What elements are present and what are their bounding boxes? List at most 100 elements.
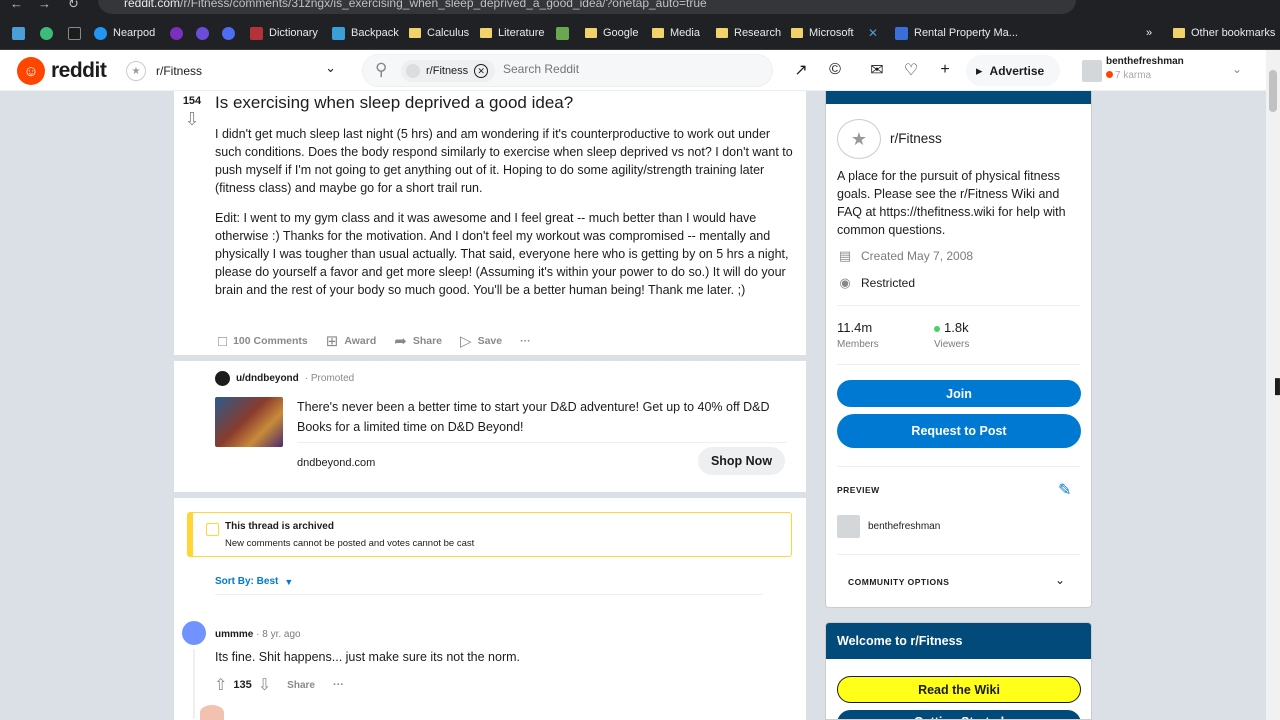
- scrollbar-thumb[interactable]: [1269, 70, 1277, 112]
- sort-dropdown[interactable]: Sort By: Best ▼: [215, 576, 293, 587]
- bookmark-icon-purple[interactable]: [170, 24, 183, 42]
- comment-actions: ⇧ 135 ⇩ Share ···: [214, 675, 344, 695]
- commenter-avatar[interactable]: [182, 621, 206, 645]
- bookmark-icon-q1[interactable]: [196, 24, 209, 42]
- chevron-down-icon[interactable]: ⌄: [1055, 573, 1065, 587]
- save-button[interactable]: ▷ Save: [460, 332, 502, 350]
- archived-title: This thread is archived: [225, 521, 334, 532]
- vote-column: 154 ⇩: [174, 91, 210, 130]
- reddit-header: ☺ reddit ★ r/Fitness ⌄ ⚲ r/Fitness ✕ ↗ ©…: [0, 50, 1280, 91]
- chat-icon[interactable]: ✉: [866, 59, 888, 81]
- browser-toolbar: ← → ↻ reddit.com/r/Fitness/comments/31zn…: [0, 0, 1280, 14]
- community-options-toggle[interactable]: COMMUNITY OPTIONS: [848, 577, 949, 587]
- coins-icon[interactable]: ©: [824, 59, 846, 81]
- search-bar[interactable]: ⚲ r/Fitness ✕: [362, 54, 773, 87]
- archive-box-icon: [206, 523, 219, 536]
- bookmark-nearpod[interactable]: Nearpod: [94, 24, 155, 42]
- members-label: Members: [837, 339, 879, 350]
- bookmark-google[interactable]: Google: [585, 24, 638, 42]
- next-commenter-avatar[interactable]: [200, 705, 224, 720]
- bookmark-media[interactable]: Media: [652, 24, 700, 42]
- viewers-count: 1.8k: [934, 320, 969, 335]
- post-paragraph: I didn't get much sleep last night (5 hr…: [215, 127, 793, 195]
- ad-text[interactable]: There's never been a better time to star…: [297, 397, 787, 437]
- comment-share-button[interactable]: Share: [287, 680, 315, 691]
- welcome-title: Welcome to r/Fitness: [826, 623, 1091, 659]
- avatar: [1082, 60, 1102, 82]
- community-icon[interactable]: ★: [837, 119, 881, 159]
- preview-username: benthefreshman: [868, 521, 941, 532]
- ad-username[interactable]: u/dndbeyond: [236, 373, 299, 384]
- award-gift-icon: ⊞: [325, 333, 339, 350]
- online-dot-icon: [934, 325, 940, 332]
- other-bookmarks[interactable]: Other bookmarks: [1173, 24, 1275, 42]
- advertise-button[interactable]: ▸ Advertise: [966, 55, 1060, 86]
- shop-now-button[interactable]: Shop Now: [698, 447, 785, 475]
- extension-bookmark-icon-2[interactable]: [68, 24, 81, 42]
- bookmark-research[interactable]: Research: [716, 24, 781, 42]
- subreddit-selector[interactable]: ★ r/Fitness ⌄: [122, 56, 342, 86]
- comment-age: · 8 yr. ago: [256, 629, 301, 640]
- post-actions: □ 100 Comments ⊞ Award ➦ Share ▷ Save ···: [218, 331, 531, 351]
- comment-body: Its fine. Shit happens... just make sure…: [215, 650, 521, 664]
- notifications-bell-icon[interactable]: ♡: [900, 59, 922, 81]
- search-chip-label: r/Fitness: [426, 65, 469, 77]
- join-button[interactable]: Join: [837, 380, 1081, 407]
- bookmarks-overflow[interactable]: »: [1146, 24, 1152, 42]
- forward-arrow-icon[interactable]: →: [38, 0, 51, 11]
- edit-pencil-icon[interactable]: ✎: [1058, 480, 1071, 500]
- community-name[interactable]: r/Fitness: [890, 131, 942, 146]
- share-button[interactable]: ➦ Share: [394, 332, 442, 350]
- url-text[interactable]: reddit.com/r/Fitness/comments/31zngx/is_…: [124, 0, 707, 10]
- reddit-wordmark[interactable]: reddit: [51, 59, 107, 83]
- more-options-button[interactable]: ···: [520, 335, 531, 347]
- bookmark-icon: ▷: [460, 333, 472, 350]
- bookmark-backpack[interactable]: Backpack: [332, 24, 399, 42]
- upvote-arrow-icon[interactable]: ⇧: [214, 675, 227, 695]
- popular-arrow-icon[interactable]: ↗: [790, 59, 812, 81]
- thread-line[interactable]: [193, 649, 195, 719]
- search-input[interactable]: [503, 62, 753, 76]
- divider: [837, 305, 1080, 306]
- user-menu[interactable]: benthefreshman 7 karma ⌄: [1080, 54, 1252, 88]
- section-divider: [174, 355, 806, 361]
- getting-started-button[interactable]: Getting Started: [837, 710, 1081, 719]
- back-arrow-icon[interactable]: ←: [10, 0, 23, 11]
- bookmark-icon-q2[interactable]: [222, 24, 235, 42]
- downvote-arrow-icon[interactable]: ⇩: [174, 109, 210, 130]
- chevron-down-icon: ⌄: [325, 60, 336, 75]
- reload-icon[interactable]: ↻: [68, 0, 79, 12]
- ad-avatar[interactable]: [215, 371, 230, 386]
- extension-bookmark-icon[interactable]: [40, 24, 53, 42]
- sort-label: Sort By: Best: [215, 576, 279, 587]
- comment-username[interactable]: ummme: [215, 629, 253, 640]
- ad-domain[interactable]: dndbeyond.com: [297, 457, 375, 469]
- bookmark-literature[interactable]: Literature: [480, 24, 544, 42]
- promoted-label: · Promoted: [304, 373, 355, 384]
- bookmark-rental-property[interactable]: Rental Property Ma...: [895, 24, 1018, 42]
- divider: [837, 554, 1080, 555]
- bookmark-x-icon[interactable]: ✕: [868, 24, 878, 42]
- bookmark-calculus[interactable]: Calculus: [409, 24, 469, 42]
- downvote-arrow-icon[interactable]: ⇩: [258, 675, 271, 695]
- clear-chip-icon[interactable]: ✕: [474, 64, 489, 78]
- divider: [837, 364, 1080, 365]
- subreddit-chip-icon: [406, 64, 420, 78]
- bookmark-image-icon[interactable]: [556, 24, 569, 42]
- created-date: ▤ Created May 7, 2008: [838, 248, 974, 263]
- request-to-post-button[interactable]: Request to Post: [837, 414, 1081, 448]
- cursor-bookmark-icon[interactable]: [12, 24, 25, 42]
- read-wiki-button[interactable]: Read the Wiki: [837, 676, 1081, 703]
- bookmark-dictionary[interactable]: Dictionary: [250, 24, 318, 42]
- reddit-logo-icon[interactable]: ☺: [17, 57, 45, 85]
- create-post-plus-icon[interactable]: +: [934, 59, 956, 81]
- comment-more-button[interactable]: ···: [333, 679, 344, 691]
- community-description: A place for the pursuit of physical fitn…: [837, 169, 1066, 237]
- share-arrow-icon: ➦: [394, 333, 407, 350]
- ad-thumbnail[interactable]: [215, 397, 283, 447]
- bookmark-microsoft[interactable]: Microsoft: [791, 24, 854, 42]
- comments-button[interactable]: □ 100 Comments: [218, 333, 308, 350]
- award-button[interactable]: ⊞ Award: [326, 332, 376, 350]
- search-scope-chip[interactable]: r/Fitness ✕: [401, 60, 495, 82]
- post-paragraph: Edit: I went to my gym class and it was …: [215, 211, 789, 297]
